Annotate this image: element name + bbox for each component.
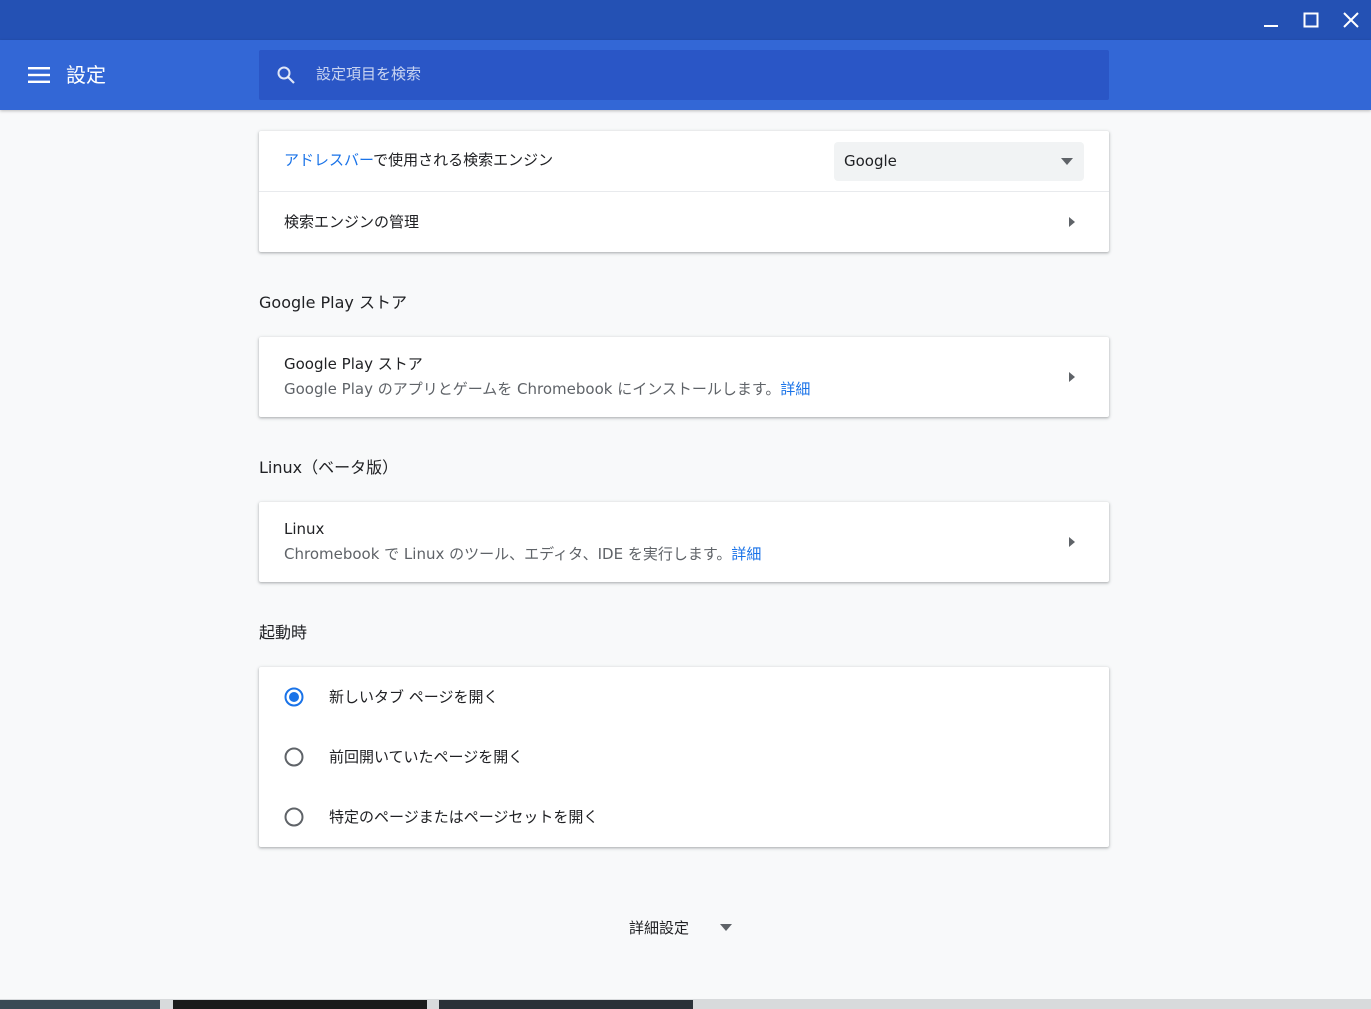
linux-learn-more-link[interactable]: 詳細	[731, 545, 761, 563]
section-title-play-store: Google Play ストア	[259, 293, 407, 312]
search-engine-card: アドレスバーで使用される検索エンジン Google 検索エンジンの管理	[259, 131, 1109, 252]
dropdown-arrow-icon	[720, 924, 732, 931]
radio-label: 特定のページまたはページセットを開く	[329, 808, 599, 826]
address-bar-link[interactable]: アドレスバー	[284, 151, 373, 169]
shelf-preview-strip	[0, 999, 1371, 1009]
search-engine-row: アドレスバーで使用される検索エンジン Google	[259, 131, 1109, 191]
linux-row[interactable]: Linux Chromebook で Linux のツール、エディタ、IDE を…	[259, 502, 1109, 582]
shelf-thumbnail	[173, 1000, 427, 1009]
startup-option-continue[interactable]: 前回開いていたページを開く	[259, 727, 1109, 787]
search-engine-label: アドレスバーで使用される検索エンジン	[284, 149, 553, 171]
minimize-button[interactable]	[1251, 0, 1291, 40]
play-store-title: Google Play ストア	[284, 355, 423, 373]
chevron-right-icon	[1069, 537, 1075, 547]
radio-unselected-icon[interactable]	[284, 747, 304, 767]
search-placeholder: 設定項目を検索	[316, 65, 422, 83]
manage-search-engines-label: 検索エンジンの管理	[284, 213, 420, 231]
linux-card: Linux Chromebook で Linux のツール、エディタ、IDE を…	[259, 502, 1109, 582]
radio-label: 新しいタブ ページを開く	[329, 688, 499, 706]
play-store-description-text: Google Play のアプリとゲームを Chromebook にインストール…	[284, 380, 781, 398]
startup-option-new-tab[interactable]: 新しいタブ ページを開く	[259, 667, 1109, 727]
window-titlebar	[0, 0, 1371, 40]
chevron-right-icon	[1069, 372, 1075, 382]
shelf-thumbnail	[439, 1000, 693, 1009]
maximize-button[interactable]	[1291, 0, 1331, 40]
advanced-settings-button[interactable]: 詳細設定	[620, 913, 750, 943]
dropdown-arrow-icon	[1061, 158, 1073, 165]
search-icon	[277, 66, 295, 84]
hamburger-menu-icon	[28, 67, 50, 83]
search-engine-select[interactable]: Google	[834, 142, 1084, 181]
search-input[interactable]: 設定項目を検索	[259, 50, 1109, 100]
startup-option-specific-pages[interactable]: 特定のページまたはページセットを開く	[259, 787, 1109, 847]
radio-selected-icon[interactable]	[284, 687, 304, 707]
startup-card: 新しいタブ ページを開く 前回開いていたページを開く 特定のページまたはページセ…	[259, 667, 1109, 847]
linux-title: Linux	[284, 520, 325, 538]
play-store-learn-more-link[interactable]: 詳細	[780, 380, 810, 398]
radio-unselected-icon[interactable]	[284, 807, 304, 827]
section-title-startup: 起動時	[259, 623, 308, 642]
play-store-description: Google Play のアプリとゲームを Chromebook にインストール…	[284, 378, 810, 400]
chevron-right-icon	[1069, 217, 1075, 227]
play-store-row[interactable]: Google Play ストア Google Play のアプリとゲームを Ch…	[259, 337, 1109, 417]
app-header: 設定 設定項目を検索	[0, 40, 1371, 110]
linux-description-text: Chromebook で Linux のツール、エディタ、IDE を実行します。	[284, 545, 732, 563]
page-title: 設定	[66, 63, 106, 87]
close-button[interactable]	[1331, 0, 1371, 40]
radio-label: 前回開いていたページを開く	[329, 748, 524, 766]
play-store-card: Google Play ストア Google Play のアプリとゲームを Ch…	[259, 337, 1109, 417]
maximize-icon	[1303, 12, 1319, 28]
shelf-thumbnail	[0, 1000, 160, 1009]
advanced-settings-label: 詳細設定	[629, 919, 690, 937]
manage-search-engines-row[interactable]: 検索エンジンの管理	[259, 192, 1109, 252]
search-engine-text: で使用される検索エンジン	[373, 151, 554, 169]
menu-button[interactable]	[22, 60, 56, 90]
linux-description: Chromebook で Linux のツール、エディタ、IDE を実行します。…	[284, 543, 761, 565]
close-icon	[1343, 12, 1359, 28]
section-title-linux: Linux（ベータ版）	[259, 458, 399, 477]
minimize-icon	[1264, 25, 1278, 27]
search-engine-select-value: Google	[844, 152, 897, 170]
